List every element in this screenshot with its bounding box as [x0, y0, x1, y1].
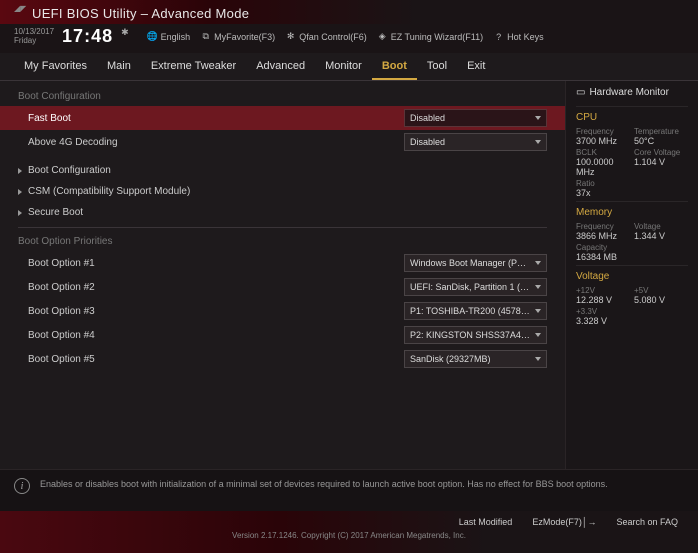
chevron-down-icon — [535, 140, 541, 144]
boot-option-row[interactable]: Boot Option #4 P2: KINGSTON SHSS37A480G … — [0, 323, 565, 347]
fast-boot-label: Fast Boot — [28, 113, 404, 124]
chevron-down-icon — [535, 285, 541, 289]
chevron-down-icon — [535, 333, 541, 337]
search-faq-button[interactable]: Search on FAQ — [616, 517, 678, 527]
sub-bar: 10/13/2017 Friday 17:48 ✱ 🌐 English ⧉ My… — [0, 24, 698, 53]
tab-advanced[interactable]: Advanced — [246, 53, 315, 80]
boot-option-3-select[interactable]: P1: TOSHIBA-TR200 (457862ME — [404, 302, 547, 320]
boot-config-header: Boot Configuration — [0, 87, 565, 106]
boot-priorities-header: Boot Option Priorities — [0, 232, 565, 251]
clock: 17:48 — [62, 26, 113, 47]
gear-icon[interactable]: ✱ — [121, 27, 129, 38]
fan-icon: ✻ — [285, 31, 296, 42]
chevron-down-icon — [535, 116, 541, 120]
myfavorite-button[interactable]: ⧉ MyFavorite(F3) — [200, 31, 275, 42]
header-bar: ◢◤ UEFI BIOS Utility – Advanced Mode — [0, 0, 698, 24]
chevron-down-icon — [535, 261, 541, 265]
chevron-right-icon — [18, 189, 22, 195]
chevron-right-icon — [18, 210, 22, 216]
main-panel: Boot Configuration Fast Boot Disabled Ab… — [0, 81, 565, 469]
hotkeys-button[interactable]: ? Hot Keys — [493, 31, 544, 42]
fast-boot-row[interactable]: Fast Boot Disabled — [0, 106, 565, 130]
monitor-icon: ▭ — [576, 87, 585, 98]
globe-icon: 🌐 — [147, 31, 158, 42]
boot-option-2-select[interactable]: UEFI: SanDisk, Partition 1 (2932 — [404, 278, 547, 296]
above-4g-select[interactable]: Disabled — [404, 133, 547, 151]
divider — [18, 227, 547, 228]
voltage-section: Voltage — [576, 265, 688, 286]
version-text: Version 2.17.1246. Copyright (C) 2017 Am… — [0, 529, 698, 540]
boot-option-5-select[interactable]: SanDisk (29327MB) — [404, 350, 547, 368]
boot-option-row[interactable]: Boot Option #3 P1: TOSHIBA-TR200 (457862… — [0, 299, 565, 323]
star-icon: ⧉ — [200, 31, 211, 42]
language-selector[interactable]: 🌐 English — [147, 31, 191, 42]
tab-monitor[interactable]: Monitor — [315, 53, 372, 80]
boot-option-row[interactable]: Boot Option #2 UEFI: SanDisk, Partition … — [0, 275, 565, 299]
tab-exit[interactable]: Exit — [457, 53, 495, 80]
chevron-right-icon — [18, 168, 22, 174]
qfan-button[interactable]: ✻ Qfan Control(F6) — [285, 31, 367, 42]
eztuning-button[interactable]: ◈ EZ Tuning Wizard(F11) — [377, 31, 483, 42]
chevron-down-icon — [535, 309, 541, 313]
help-bar: i Enables or disables boot with initiali… — [0, 469, 698, 511]
boot-option-row[interactable]: Boot Option #1 Windows Boot Manager (P2:… — [0, 251, 565, 275]
rog-logo: ◢◤ — [14, 4, 26, 13]
tab-extreme-tweaker[interactable]: Extreme Tweaker — [141, 53, 246, 80]
chevron-down-icon — [535, 357, 541, 361]
boot-option-4-select[interactable]: P2: KINGSTON SHSS37A480G (4 — [404, 326, 547, 344]
wizard-icon: ◈ — [377, 31, 388, 42]
tab-main[interactable]: Main — [97, 53, 141, 80]
boot-configuration-expand[interactable]: Boot Configuration — [0, 160, 565, 181]
hardware-monitor-panel: ▭ Hardware Monitor CPU Frequency3700 MHz… — [565, 81, 698, 469]
above-4g-label: Above 4G Decoding — [28, 137, 404, 148]
tab-myfavorites[interactable]: My Favorites — [14, 53, 97, 80]
memory-section: Memory — [576, 201, 688, 222]
day-text: Friday — [14, 37, 54, 46]
csm-expand[interactable]: CSM (Compatibility Support Module) — [0, 181, 565, 202]
tab-tool[interactable]: Tool — [417, 53, 457, 80]
ezmode-button[interactable]: EzMode(F7)│→ — [532, 517, 596, 527]
boot-option-1-select[interactable]: Windows Boot Manager (P2: KIN — [404, 254, 547, 272]
fast-boot-select[interactable]: Disabled — [404, 109, 547, 127]
footer: Last Modified EzMode(F7)│→ Search on FAQ… — [0, 511, 698, 553]
cpu-section: CPU — [576, 106, 688, 127]
hardware-monitor-title: ▭ Hardware Monitor — [576, 87, 688, 103]
tab-boot[interactable]: Boot — [372, 53, 417, 80]
above-4g-row[interactable]: Above 4G Decoding Disabled — [0, 130, 565, 154]
app-title: UEFI BIOS Utility – Advanced Mode — [32, 6, 249, 21]
secure-boot-expand[interactable]: Secure Boot — [0, 202, 565, 223]
question-icon: ? — [493, 31, 504, 42]
info-icon: i — [14, 478, 30, 494]
main-tabs: My Favorites Main Extreme Tweaker Advanc… — [0, 53, 698, 81]
last-modified-button[interactable]: Last Modified — [459, 517, 513, 527]
help-text: Enables or disables boot with initializa… — [40, 478, 608, 491]
boot-option-row[interactable]: Boot Option #5 SanDisk (29327MB) — [0, 347, 565, 371]
